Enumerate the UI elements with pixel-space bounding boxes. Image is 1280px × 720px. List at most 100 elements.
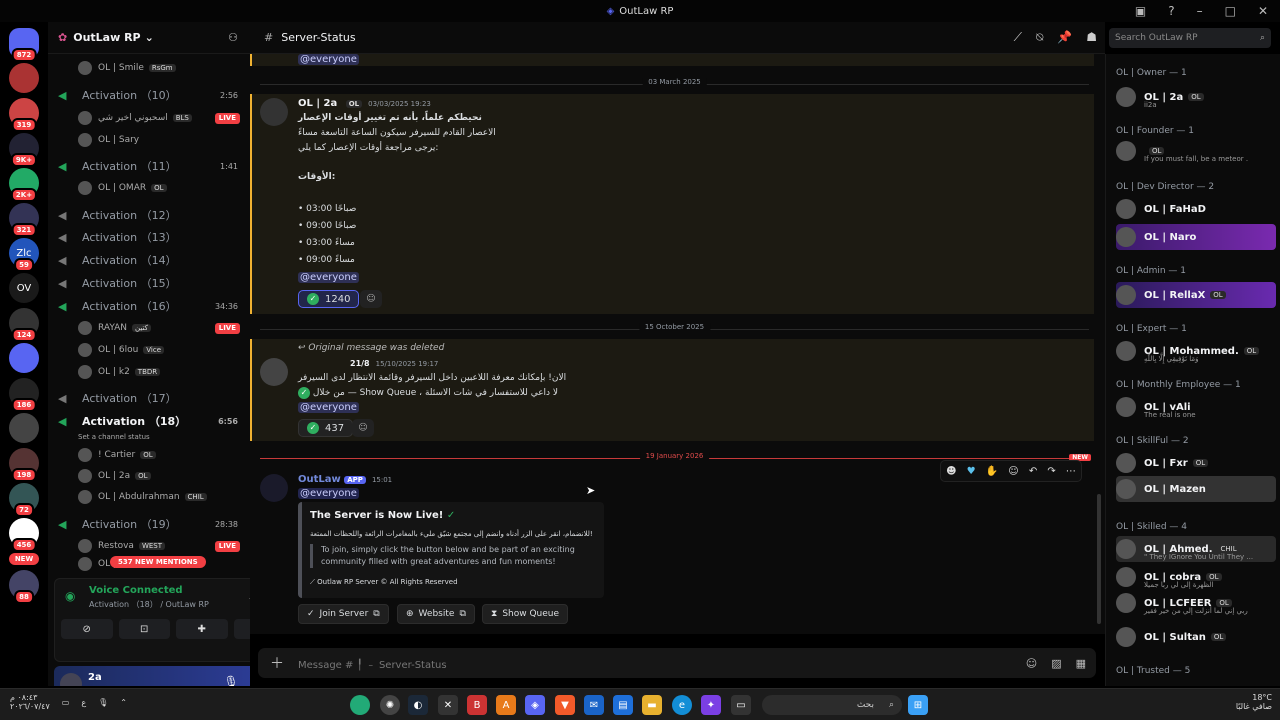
copilot-app-icon[interactable]: ✦ [701, 695, 721, 715]
image-icon[interactable]: ▨ [1051, 657, 1061, 670]
camera-off-button[interactable]: ⊘ [61, 619, 113, 639]
voice-user[interactable]: OL | OMAR OL [48, 178, 250, 198]
clock[interactable]: ٠٨:٤٣ م ٢٠٢٦/٠٧/٤٧ [10, 693, 50, 711]
minimize-button[interactable]: – [1197, 4, 1203, 18]
add-reaction-icon[interactable]: ☺ [1008, 466, 1018, 477]
edge-icon[interactable]: e [672, 695, 692, 715]
member-item[interactable]: OL | 2a OL ii2a [1116, 84, 1276, 110]
voice-channel[interactable]: ◀ Activation （17） [48, 388, 250, 408]
steam-icon[interactable]: ◐ [408, 695, 428, 715]
voice-channel[interactable]: ◀ Activation （15） [48, 273, 250, 293]
brave-icon[interactable]: ▼ [555, 695, 575, 715]
help-icon[interactable]: ? [1168, 4, 1174, 18]
pin-icon[interactable]: 📌 [1057, 30, 1072, 45]
more-icon[interactable]: ⋯ [1066, 466, 1076, 477]
invite-icon[interactable]: ⚇ [228, 31, 238, 44]
soundboard-button[interactable]: ♪ [233, 619, 250, 639]
member-item[interactable]: OL | vAli The real is one [1116, 394, 1276, 420]
voice-user[interactable]: RAYAN كتين LIVE [48, 318, 250, 338]
server-icon[interactable]: 321 [9, 203, 39, 237]
voice-user[interactable]: OL | 6lou Vice [48, 340, 250, 360]
server-icon[interactable]: 198 [9, 448, 39, 482]
server-icon[interactable]: Zlc 59 [9, 238, 39, 272]
voice-user[interactable]: ! Cartier OL [48, 445, 250, 465]
voice-channel[interactable]: ◀ Activation （10） 2:56 [48, 85, 250, 105]
activities-button[interactable]: ✚ [176, 619, 228, 639]
member-item[interactable]: OL | cobra OL الظهرة إلى لي ربا جميلا [1116, 564, 1276, 590]
server-icon[interactable] [9, 413, 39, 443]
screen-share-button[interactable]: ⊡ [118, 619, 170, 639]
battery-icon[interactable]: ▭ [62, 698, 70, 707]
new-mentions-pill[interactable]: 537 NEW MENTIONS [110, 556, 206, 568]
mention[interactable]: @everyone [298, 488, 359, 499]
server-icon[interactable]: 72 [9, 483, 39, 517]
website-button[interactable]: ⊕ Website ⧉ [397, 604, 475, 624]
laugh-emoji-icon[interactable]: ☻ [946, 466, 956, 477]
apps-icon[interactable]: ▦ [1076, 657, 1086, 670]
voice-channel[interactable]: ◀ Activation （16） 34:36 [48, 296, 250, 316]
voice-user[interactable]: OL | 2a OL [48, 466, 250, 486]
message-author[interactable]: 21/8 15/10/2025 19:17 [350, 359, 438, 368]
voice-user[interactable]: OL | k2 TBDR [48, 362, 250, 382]
weather-widget[interactable]: 18°C صافي غالبًا [1236, 693, 1272, 711]
bot-avatar[interactable] [260, 474, 288, 502]
mention[interactable]: @everyone [298, 272, 359, 283]
members-icon[interactable]: ☗ [1086, 30, 1097, 45]
emoji-icon[interactable]: ✋ [986, 466, 998, 477]
mention[interactable]: @everyone [298, 402, 359, 413]
member-item[interactable]: OL | RellaX OL [1116, 282, 1276, 308]
server-icon[interactable] [9, 63, 39, 93]
member-item[interactable]: OL | Naro [1116, 224, 1276, 250]
chatgpt-icon[interactable]: ✺ [380, 695, 400, 715]
copilot-icon[interactable] [350, 695, 370, 715]
voice-channel[interactable]: ◀ Activation （14） [48, 250, 250, 270]
excel-icon[interactable]: ✕ [438, 695, 458, 715]
voice-user[interactable]: اسحبوني اخير شي BLS LIVE [48, 108, 250, 128]
voice-channel-name[interactable]: Activation （18） / OutLaw RP [89, 599, 209, 610]
reply-icon[interactable]: ↶ [1029, 466, 1037, 477]
voice-channel[interactable]: ◀ Activation （12） [48, 205, 250, 225]
taskview-icon[interactable]: ▭ [731, 695, 751, 715]
server-icon[interactable]: 9K+ [9, 133, 39, 167]
mic-icon[interactable]: 🎙 [98, 698, 108, 707]
inbox-icon[interactable]: ▣ [1135, 4, 1146, 18]
emoji-picker-icon[interactable]: ☺ [1026, 657, 1037, 670]
maximize-button[interactable]: □ [1225, 4, 1236, 18]
new-server-pill[interactable]: NEW [8, 553, 40, 565]
voice-channel[interactable]: ◀ Activation （19） 28:38 [48, 514, 250, 534]
server-icon[interactable]: 186 [9, 378, 39, 412]
mute-bell-icon[interactable]: ⍉ [1036, 30, 1043, 45]
server-header[interactable]: ✿ OutLaw RP ⌄ ⚇ [48, 22, 250, 54]
add-attachment-icon[interactable]: ＋ [270, 653, 284, 673]
search-input[interactable]: Search OutLaw RP ⌕ [1109, 28, 1271, 48]
member-item[interactable]: OL If you must fall, be a meteor . [1116, 138, 1276, 164]
reaction-check[interactable]: ✓ 1240 [298, 290, 360, 308]
app-icon[interactable]: A [496, 695, 516, 715]
voice-user[interactable]: OL | Smile RsGm [48, 58, 250, 78]
message-input[interactable]: ＋ Message # ╿ ﹣ Server-Status ☺ ▨ ▦ [258, 648, 1096, 678]
voice-channel[interactable]: ◀ Activation （13） [48, 227, 250, 247]
voice-user[interactable]: OL | Sary [48, 130, 250, 150]
member-item[interactable]: OL | Mohammed. OL وَمَا تَوْفِيقِي إِلَّا … [1116, 338, 1276, 364]
channel-status[interactable]: Set a channel status [48, 431, 250, 443]
close-button[interactable]: ✕ [1258, 4, 1268, 18]
server-icon[interactable]: 124 [9, 308, 39, 342]
member-item[interactable]: OL | FaHaD [1116, 196, 1276, 222]
voice-user[interactable]: Restova WEST LIVE [48, 536, 250, 556]
microphone-icon[interactable]: 🎙 [224, 675, 239, 686]
member-item[interactable]: OL | Mazen [1116, 476, 1276, 502]
avatar[interactable] [60, 673, 82, 686]
server-icon[interactable]: 88 [9, 570, 39, 604]
server-icon[interactable]: 2K+ [9, 168, 39, 202]
scrollbar[interactable] [1097, 494, 1101, 624]
avatar[interactable] [260, 98, 288, 126]
server-icon[interactable]: 319 [9, 98, 39, 132]
message-author[interactable]: OL | 2a OL 03/03/2025 19:23 [298, 98, 431, 109]
voice-user[interactable]: OL | Abdulrahman CHIL [48, 487, 250, 507]
heart-emoji-icon[interactable]: ♥ [967, 466, 976, 477]
discord-taskbar-icon[interactable]: ◈ [525, 695, 545, 715]
threads-icon[interactable]: ⟋ [1014, 30, 1022, 45]
windows-start-icon[interactable]: ⊞ [908, 695, 928, 715]
bandicam-icon[interactable]: B [467, 695, 487, 715]
server-icon[interactable]: 872 [9, 28, 39, 62]
